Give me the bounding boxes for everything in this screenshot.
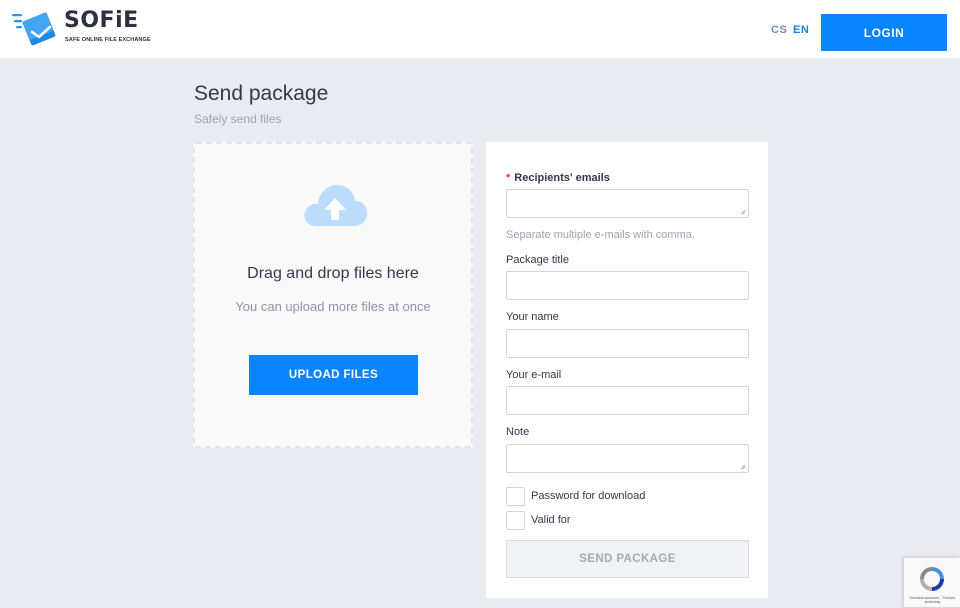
logo-subtitle: SAFE ONLINE FILE EXCHANGE (65, 37, 151, 43)
required-marker: * (506, 172, 511, 184)
dropzone-subtitle: You can upload more files at once (235, 299, 431, 314)
recipients-hint: Separate multiple e-mails with comma. (506, 229, 695, 241)
your-email-label: Your e-mail (506, 369, 562, 381)
page-title: Send package (194, 82, 329, 105)
login-button[interactable]: LOGIN (821, 14, 947, 51)
file-dropzone[interactable]: Drag and drop files here You can upload … (193, 142, 473, 448)
password-checkbox-label[interactable]: Password for download (531, 490, 645, 502)
recipients-label: * Recipients' emails (506, 172, 610, 184)
top-bar: SOFiE SAFE ONLINE FILE EXCHANGE CS EN LO… (0, 0, 960, 58)
upload-files-button[interactable]: UPLOAD FILES (249, 355, 418, 395)
resize-handle-icon[interactable] (740, 209, 746, 215)
recipients-emails-input[interactable] (506, 189, 749, 218)
cloud-upload-icon (304, 185, 368, 226)
resize-handle-icon[interactable] (740, 464, 746, 470)
package-title-input[interactable] (506, 271, 749, 300)
logo-icon (12, 12, 56, 46)
recaptcha-terms-text[interactable]: Ochrana soukromí - Smluvní podmínky (905, 596, 960, 604)
your-name-label: Your name (506, 311, 559, 323)
note-input[interactable] (506, 444, 749, 473)
recipients-label-text: Recipients' emails (514, 172, 610, 184)
language-en-link[interactable]: EN (793, 24, 809, 36)
password-checkbox[interactable] (506, 487, 525, 506)
language-cs-link[interactable]: CS (771, 24, 787, 36)
package-title-label: Package title (506, 254, 569, 266)
dropzone-title: Drag and drop files here (247, 265, 419, 282)
recaptcha-badge[interactable]: Ochrana soukromí - Smluvní podmínky (903, 557, 960, 608)
send-package-button[interactable]: SEND PACKAGE (506, 540, 749, 578)
valid-for-checkbox[interactable] (506, 511, 525, 530)
page-subtitle: Safely send files (194, 112, 282, 126)
note-label: Note (506, 426, 530, 438)
recaptcha-icon (920, 567, 944, 591)
your-email-input[interactable] (506, 386, 749, 415)
valid-for-checkbox-label[interactable]: Valid for (531, 514, 571, 526)
logo-title: SOFiE (64, 8, 139, 33)
sofie-logo[interactable]: SOFiE SAFE ONLINE FILE EXCHANGE (12, 8, 152, 48)
your-name-input[interactable] (506, 329, 749, 358)
send-package-form: * Recipients' emails Separate multiple e-… (486, 142, 768, 598)
